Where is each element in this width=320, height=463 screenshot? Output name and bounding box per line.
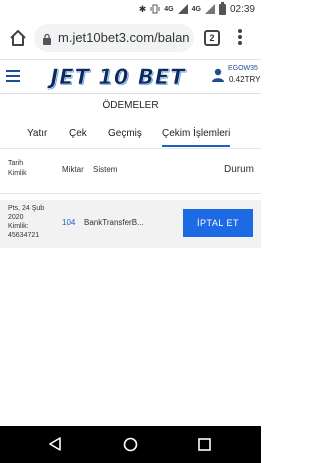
- bluetooth-icon: ✱: [138, 4, 147, 14]
- balance: 0.42TRY: [229, 75, 261, 84]
- wifi-signal-icon: [177, 4, 188, 14]
- user-account[interactable]: EGOW35 0.42TRY: [210, 65, 260, 89]
- browser-menu-icon[interactable]: [236, 29, 244, 47]
- cancel-withdrawal-button[interactable]: İPTAL ET: [183, 209, 253, 237]
- row-system: BankTransferB...: [84, 218, 144, 227]
- vibrate-icon: [150, 4, 160, 14]
- status-bar: ✱ 4G 4G 02:39: [0, 0, 261, 18]
- column-id: Kimlik: [8, 170, 27, 177]
- column-amount: Miktar: [62, 165, 84, 174]
- address-bar[interactable]: m.jet10bet3.com/balan: [34, 24, 194, 52]
- tab-deposit[interactable]: Yatır: [27, 127, 47, 147]
- android-nav-bar: [0, 426, 261, 463]
- network-type: 4G: [191, 5, 201, 13]
- column-date: Tarih: [8, 160, 24, 167]
- battery-icon: [218, 1, 226, 15]
- tab-withdrawal-transactions[interactable]: Çekim İşlemleri: [162, 127, 231, 147]
- row-id-label: Kimlik:: [8, 223, 29, 230]
- tabs-divider: [0, 148, 261, 149]
- tab-switcher-button[interactable]: 2: [204, 30, 220, 46]
- clock: 02:39: [229, 3, 255, 15]
- column-status: Durum: [224, 164, 255, 175]
- home-nav-icon[interactable]: [123, 437, 138, 452]
- logo-text: JET 10 BET: [50, 65, 186, 90]
- column-system: Sistem: [93, 165, 118, 174]
- browser-toolbar: m.jet10bet3.com/balan 2: [0, 18, 261, 60]
- table-header: Tarih Kimlik Miktar Sistem Durum: [0, 150, 261, 194]
- home-icon[interactable]: [8, 28, 28, 48]
- tab-withdraw[interactable]: Çek: [69, 127, 87, 147]
- back-icon[interactable]: [48, 437, 62, 451]
- payment-tabs: Yatır Çek Geçmiş Çekim İşlemleri: [0, 123, 261, 149]
- recent-apps-icon[interactable]: [198, 438, 211, 451]
- row-date: Pts, 24 Şub: [8, 205, 45, 212]
- username: EGOW35: [228, 65, 258, 72]
- site-header: JET 10 BET EGOW35 0.42TRY: [0, 60, 261, 94]
- lock-icon: [42, 32, 52, 45]
- row-year: 2020: [8, 214, 24, 221]
- row-amount: 104: [62, 218, 76, 227]
- hamburger-menu-icon[interactable]: [6, 70, 20, 82]
- table-row: Pts, 24 Şub 2020 Kimlik: 45634721 104 Ba…: [0, 200, 261, 248]
- cell-signal-icon: [204, 4, 215, 14]
- site-logo[interactable]: JET 10 BET: [28, 64, 208, 90]
- tab-history[interactable]: Geçmiş: [108, 127, 142, 147]
- url-text: m.jet10bet3.com/balan: [58, 30, 190, 45]
- network-badge: 4G: [164, 5, 174, 13]
- row-id-value: 45634721: [8, 232, 40, 239]
- page-title: ÖDEMELER: [102, 100, 159, 111]
- user-icon: [212, 68, 224, 82]
- status-icons: ✱ 4G 4G 02:39: [138, 1, 255, 16]
